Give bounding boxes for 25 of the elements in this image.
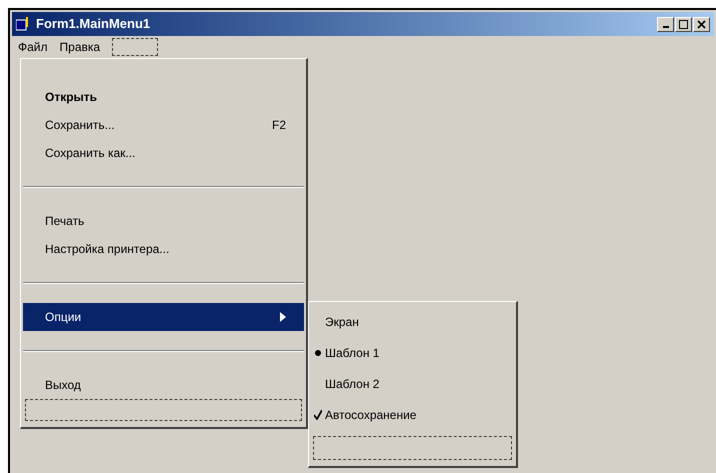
menu-item[interactable]: Настройка принтера... xyxy=(23,235,304,263)
close-icon xyxy=(697,20,706,28)
shortcut-label: F2 xyxy=(272,117,286,134)
window-title: Form1.MainMenu1 xyxy=(36,15,152,34)
minimize-button[interactable] xyxy=(657,16,674,32)
caret-icon xyxy=(280,312,286,322)
menubar-item[interactable]: Правка xyxy=(60,38,100,56)
maximize-button[interactable] xyxy=(675,16,692,32)
new-item-placeholder[interactable] xyxy=(25,399,302,421)
menubar-item[interactable]: Файл xyxy=(18,38,48,56)
menu-item[interactable]: Сохранить как... xyxy=(23,139,304,167)
submenu-item[interactable]: Опции xyxy=(23,303,304,331)
new-item-placeholder[interactable] xyxy=(313,436,512,460)
menu-item[interactable]: Экран xyxy=(325,312,359,330)
menu-item[interactable]: Автосохранение xyxy=(325,406,416,424)
menu-item[interactable]: Шаблон 1 xyxy=(325,344,380,362)
close-button[interactable] xyxy=(693,16,710,32)
menu-item[interactable]: Печать xyxy=(23,207,304,235)
menu-item[interactable]: Сохранить... F2 xyxy=(23,111,304,139)
new-item-placeholder[interactable] xyxy=(112,38,158,56)
menu-item[interactable]: Выход xyxy=(23,371,304,399)
minimize-icon xyxy=(662,26,668,28)
maximize-icon xyxy=(679,20,688,28)
menu-item[interactable]: Шаблон 2 xyxy=(325,374,380,392)
menu-item[interactable]: Открыть xyxy=(23,83,304,111)
